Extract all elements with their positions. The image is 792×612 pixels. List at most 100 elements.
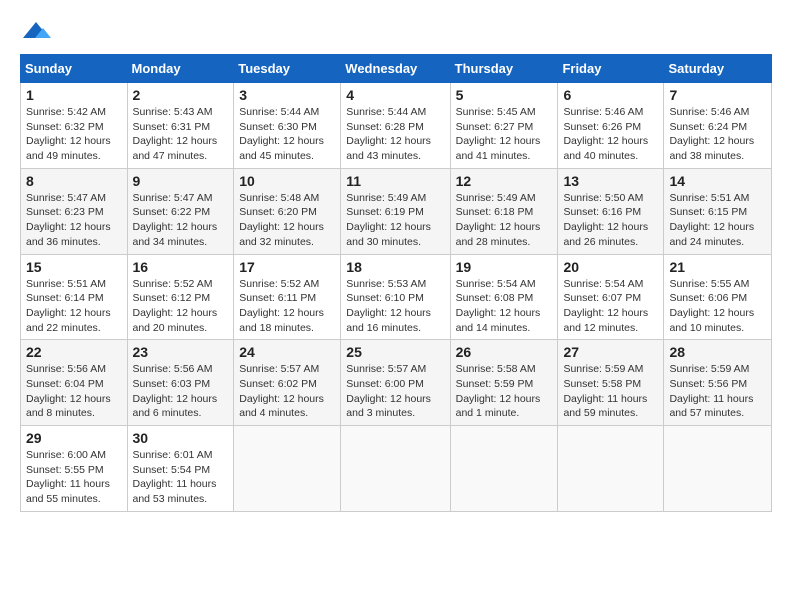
day-number: 20 (563, 259, 658, 275)
calendar-cell: 27 Sunrise: 5:59 AM Sunset: 5:58 PM Dayli… (558, 340, 664, 426)
day-number: 4 (346, 87, 444, 103)
day-number: 9 (133, 173, 229, 189)
day-number: 24 (239, 344, 335, 360)
calendar-cell: 22Sunrise: 5:56 AM Sunset: 6:04 PM Dayli… (21, 340, 128, 426)
day-info: Sunrise: 5:49 AM Sunset: 6:18 PM Dayligh… (456, 191, 553, 250)
calendar-header-row: SundayMondayTuesdayWednesdayThursdayFrid… (21, 55, 772, 83)
day-info: Sunrise: 5:44 AM Sunset: 6:28 PM Dayligh… (346, 105, 444, 164)
logo (20, 20, 52, 38)
weekday-header: Tuesday (234, 55, 341, 83)
day-number: 29 (26, 430, 122, 446)
calendar-week-row: 29 Sunrise: 6:00 AM Sunset: 5:55 PM Dayli… (21, 426, 772, 512)
day-number: 14 (669, 173, 766, 189)
calendar-cell: 10 Sunrise: 5:48 AM Sunset: 6:20 PM Dayli… (234, 168, 341, 254)
day-info: Sunrise: 5:57 AM Sunset: 6:00 PM Dayligh… (346, 362, 444, 421)
calendar-cell: 1Sunrise: 5:42 AM Sunset: 6:32 PM Daylig… (21, 83, 128, 169)
calendar-table: SundayMondayTuesdayWednesdayThursdayFrid… (20, 54, 772, 512)
day-info: Sunrise: 5:59 AM Sunset: 5:56 PM Dayligh… (669, 362, 766, 421)
day-number: 18 (346, 259, 444, 275)
day-info: Sunrise: 5:43 AM Sunset: 6:31 PM Dayligh… (133, 105, 229, 164)
day-info: Sunrise: 5:57 AM Sunset: 6:02 PM Dayligh… (239, 362, 335, 421)
weekday-header: Wednesday (341, 55, 450, 83)
weekday-header: Monday (127, 55, 234, 83)
day-info: Sunrise: 5:48 AM Sunset: 6:20 PM Dayligh… (239, 191, 335, 250)
calendar-week-row: 1Sunrise: 5:42 AM Sunset: 6:32 PM Daylig… (21, 83, 772, 169)
day-info: Sunrise: 5:55 AM Sunset: 6:06 PM Dayligh… (669, 277, 766, 336)
day-info: Sunrise: 6:00 AM Sunset: 5:55 PM Dayligh… (26, 448, 122, 507)
day-info: Sunrise: 5:45 AM Sunset: 6:27 PM Dayligh… (456, 105, 553, 164)
day-number: 26 (456, 344, 553, 360)
day-info: Sunrise: 5:52 AM Sunset: 6:12 PM Dayligh… (133, 277, 229, 336)
day-number: 11 (346, 173, 444, 189)
page-header (20, 20, 772, 38)
calendar-cell (450, 426, 558, 512)
calendar-cell: 26 Sunrise: 5:58 AM Sunset: 5:59 PM Dayli… (450, 340, 558, 426)
day-number: 27 (563, 344, 658, 360)
day-info: Sunrise: 5:46 AM Sunset: 6:24 PM Dayligh… (669, 105, 766, 164)
calendar-cell: 25 Sunrise: 5:57 AM Sunset: 6:00 PM Dayli… (341, 340, 450, 426)
calendar-cell: 14 Sunrise: 5:51 AM Sunset: 6:15 PM Dayli… (664, 168, 772, 254)
day-info: Sunrise: 5:58 AM Sunset: 5:59 PM Dayligh… (456, 362, 553, 421)
day-info: Sunrise: 5:54 AM Sunset: 6:07 PM Dayligh… (563, 277, 658, 336)
day-info: Sunrise: 5:51 AM Sunset: 6:15 PM Dayligh… (669, 191, 766, 250)
calendar-cell: 24 Sunrise: 5:57 AM Sunset: 6:02 PM Dayli… (234, 340, 341, 426)
calendar-cell: 11Sunrise: 5:49 AM Sunset: 6:19 PM Dayli… (341, 168, 450, 254)
calendar-cell: 17 Sunrise: 5:52 AM Sunset: 6:11 PM Dayli… (234, 254, 341, 340)
day-info: Sunrise: 5:59 AM Sunset: 5:58 PM Dayligh… (563, 362, 658, 421)
calendar-cell: 5 Sunrise: 5:45 AM Sunset: 6:27 PM Daylig… (450, 83, 558, 169)
logo-icon (21, 20, 51, 42)
calendar-week-row: 15 Sunrise: 5:51 AM Sunset: 6:14 PM Dayli… (21, 254, 772, 340)
calendar-cell: 18 Sunrise: 5:53 AM Sunset: 6:10 PM Dayli… (341, 254, 450, 340)
day-number: 16 (133, 259, 229, 275)
day-info: Sunrise: 6:01 AM Sunset: 5:54 PM Dayligh… (133, 448, 229, 507)
day-number: 25 (346, 344, 444, 360)
day-info: Sunrise: 5:51 AM Sunset: 6:14 PM Dayligh… (26, 277, 122, 336)
calendar-cell (664, 426, 772, 512)
day-info: Sunrise: 5:42 AM Sunset: 6:32 PM Dayligh… (26, 105, 122, 164)
day-number: 7 (669, 87, 766, 103)
day-info: Sunrise: 5:47 AM Sunset: 6:22 PM Dayligh… (133, 191, 229, 250)
calendar-cell: 7 Sunrise: 5:46 AM Sunset: 6:24 PM Daylig… (664, 83, 772, 169)
day-info: Sunrise: 5:46 AM Sunset: 6:26 PM Dayligh… (563, 105, 658, 164)
weekday-header: Thursday (450, 55, 558, 83)
calendar-cell: 2 Sunrise: 5:43 AM Sunset: 6:31 PM Daylig… (127, 83, 234, 169)
calendar-cell: 9 Sunrise: 5:47 AM Sunset: 6:22 PM Daylig… (127, 168, 234, 254)
calendar-cell: 13 Sunrise: 5:50 AM Sunset: 6:16 PM Dayli… (558, 168, 664, 254)
day-number: 12 (456, 173, 553, 189)
calendar-cell: 30Sunrise: 6:01 AM Sunset: 5:54 PM Dayli… (127, 426, 234, 512)
weekday-header: Friday (558, 55, 664, 83)
day-number: 8 (26, 173, 122, 189)
day-number: 2 (133, 87, 229, 103)
day-info: Sunrise: 5:56 AM Sunset: 6:03 PM Dayligh… (133, 362, 229, 421)
calendar-cell (558, 426, 664, 512)
day-number: 13 (563, 173, 658, 189)
calendar-cell: 15 Sunrise: 5:51 AM Sunset: 6:14 PM Dayli… (21, 254, 128, 340)
calendar-cell (341, 426, 450, 512)
calendar-cell: 8 Sunrise: 5:47 AM Sunset: 6:23 PM Daylig… (21, 168, 128, 254)
weekday-header: Saturday (664, 55, 772, 83)
day-number: 3 (239, 87, 335, 103)
day-number: 21 (669, 259, 766, 275)
day-number: 5 (456, 87, 553, 103)
calendar-cell: 28Sunrise: 5:59 AM Sunset: 5:56 PM Dayli… (664, 340, 772, 426)
calendar-cell: 4 Sunrise: 5:44 AM Sunset: 6:28 PM Daylig… (341, 83, 450, 169)
calendar-cell: 3 Sunrise: 5:44 AM Sunset: 6:30 PM Daylig… (234, 83, 341, 169)
calendar-cell: 21 Sunrise: 5:55 AM Sunset: 6:06 PM Dayli… (664, 254, 772, 340)
day-info: Sunrise: 5:52 AM Sunset: 6:11 PM Dayligh… (239, 277, 335, 336)
day-number: 23 (133, 344, 229, 360)
calendar-cell: 23 Sunrise: 5:56 AM Sunset: 6:03 PM Dayli… (127, 340, 234, 426)
day-info: Sunrise: 5:50 AM Sunset: 6:16 PM Dayligh… (563, 191, 658, 250)
calendar-cell: 16 Sunrise: 5:52 AM Sunset: 6:12 PM Dayli… (127, 254, 234, 340)
day-info: Sunrise: 5:56 AM Sunset: 6:04 PM Dayligh… (26, 362, 122, 421)
day-number: 15 (26, 259, 122, 275)
day-number: 6 (563, 87, 658, 103)
day-info: Sunrise: 5:44 AM Sunset: 6:30 PM Dayligh… (239, 105, 335, 164)
calendar-cell: 6 Sunrise: 5:46 AM Sunset: 6:26 PM Daylig… (558, 83, 664, 169)
calendar-cell (234, 426, 341, 512)
day-number: 10 (239, 173, 335, 189)
day-info: Sunrise: 5:47 AM Sunset: 6:23 PM Dayligh… (26, 191, 122, 250)
calendar-cell: 19Sunrise: 5:54 AM Sunset: 6:08 PM Dayli… (450, 254, 558, 340)
calendar-cell: 20 Sunrise: 5:54 AM Sunset: 6:07 PM Dayli… (558, 254, 664, 340)
day-info: Sunrise: 5:53 AM Sunset: 6:10 PM Dayligh… (346, 277, 444, 336)
day-number: 17 (239, 259, 335, 275)
